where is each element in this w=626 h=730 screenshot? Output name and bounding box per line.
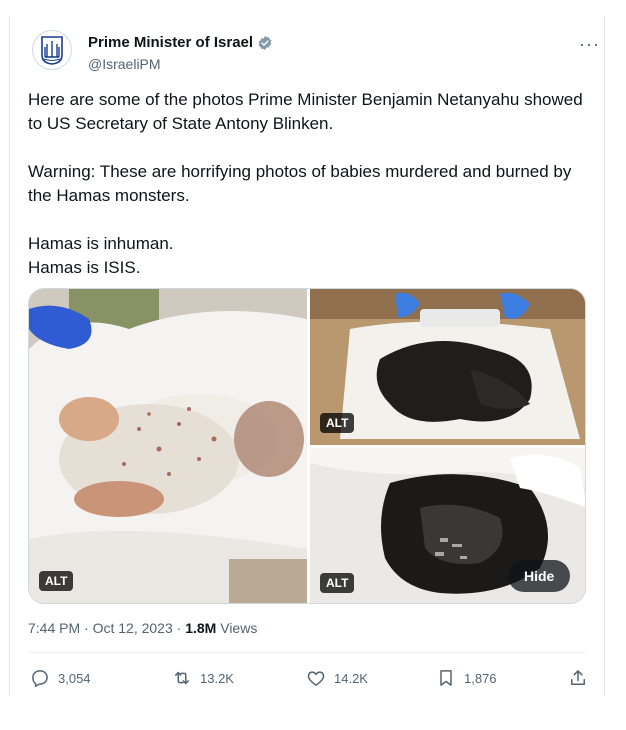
heart-icon [307, 671, 325, 686]
left-frame-edge [0, 16, 10, 696]
bookmark-icon [440, 670, 452, 686]
alt-badge[interactable]: ALT [320, 573, 355, 593]
views-count[interactable]: 1.8M [185, 620, 216, 636]
tweet-paragraph: Hamas is inhuman. [28, 234, 174, 253]
like-button[interactable]: 14.2K [306, 666, 368, 690]
divider [28, 652, 586, 653]
reply-count: 3,054 [58, 670, 91, 686]
tweet-time[interactable]: 7:44 PM [28, 620, 80, 636]
repost-icon [175, 671, 189, 685]
tweet-paragraph: Here are some of the photos Prime Minist… [28, 90, 583, 133]
more-options-button[interactable]: ··· [579, 34, 600, 55]
state-emblem-icon [41, 36, 63, 65]
meta-separator: · [172, 620, 186, 636]
reply-icon [32, 670, 48, 687]
right-frame-edge [604, 16, 626, 696]
share-icon [571, 670, 585, 685]
tweet-paragraph: Warning: These are horrifying photos of … [28, 162, 572, 205]
avatar[interactable] [32, 30, 72, 70]
tweet-card: Prime Minister of Israel @IsraeliPM ··· … [10, 0, 604, 730]
display-name[interactable]: Prime Minister of Israel [88, 34, 273, 51]
tweet-header: Prime Minister of Israel @IsraeliPM ··· [30, 28, 604, 76]
meta-separator: · [80, 620, 93, 636]
photo-1-illustration [29, 289, 307, 603]
bookmark-count: 1,876 [464, 670, 497, 686]
account-handle[interactable]: @IsraeliPM [88, 56, 273, 72]
bookmark-button[interactable]: 1,876 [436, 666, 497, 690]
like-count: 14.2K [334, 670, 368, 686]
views-label: Views [216, 620, 258, 636]
repost-count: 13.2K [200, 670, 234, 686]
media-photo-1[interactable]: ALT [29, 289, 307, 603]
media-photo-3[interactable]: ALT Hide [310, 448, 585, 603]
action-bar: 3,054 13.2K 14.2K 1,876 [30, 666, 586, 690]
media-photo-2[interactable]: ALT [310, 289, 585, 445]
tweet-date[interactable]: Oct 12, 2023 [93, 620, 173, 636]
repost-button[interactable]: 13.2K [172, 666, 234, 690]
reply-button[interactable]: 3,054 [30, 666, 91, 690]
display-name-text: Prime Minister of Israel [88, 34, 254, 51]
media-grid: ALT ALT ALT Hide [28, 288, 586, 604]
verified-badge-icon [258, 35, 272, 50]
alt-badge[interactable]: ALT [39, 571, 74, 591]
hide-media-button[interactable]: Hide [508, 560, 571, 592]
tweet-text: Here are some of the photos Prime Minist… [28, 88, 588, 280]
share-button[interactable] [568, 666, 588, 690]
tweet-paragraph: Hamas is ISIS. [28, 258, 141, 277]
account-names: Prime Minister of Israel @IsraeliPM [88, 34, 273, 72]
tweet-meta: 7:44 PM · Oct 12, 2023 · 1.8M Views [28, 620, 257, 636]
alt-badge[interactable]: ALT [320, 413, 355, 433]
